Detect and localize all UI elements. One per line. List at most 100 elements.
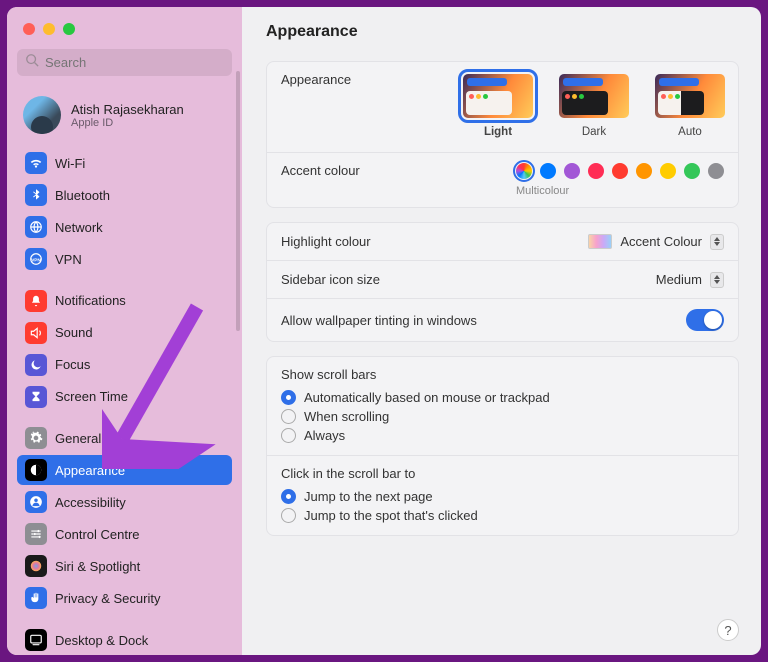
- accent-swatch[interactable]: [612, 163, 628, 179]
- sidebar-item-label: Network: [55, 220, 103, 235]
- fullscreen-button[interactable]: [63, 23, 75, 35]
- search-input[interactable]: [45, 55, 224, 70]
- tinting-label: Allow wallpaper tinting in windows: [281, 313, 477, 328]
- sidebar-item-network[interactable]: Network: [17, 212, 232, 242]
- radio-icon: [281, 489, 296, 504]
- radio-icon: [281, 428, 296, 443]
- sidebar-item-label: Accessibility: [55, 495, 126, 510]
- sidebar-item-appearance[interactable]: Appearance: [17, 455, 232, 485]
- appearance-option-auto[interactable]: Auto: [653, 72, 727, 138]
- sidebar-item-label: Appearance: [55, 463, 125, 478]
- accent-swatch[interactable]: [564, 163, 580, 179]
- sidebar-item-focus[interactable]: Focus: [17, 350, 232, 380]
- accent-sublabel: Multicolour: [516, 185, 569, 197]
- sidebar-item-bluetooth[interactable]: Bluetooth: [17, 180, 232, 210]
- appearance-panel: Appearance Light Dark Auto: [266, 61, 739, 208]
- sidebar-item-label: Control Centre: [55, 527, 140, 542]
- highlight-swatch-icon: [588, 234, 612, 249]
- help-button[interactable]: ?: [717, 619, 739, 641]
- accent-swatch[interactable]: [636, 163, 652, 179]
- appearance-option-light[interactable]: Light: [461, 72, 535, 138]
- radio-option[interactable]: Always: [281, 426, 724, 445]
- search-field[interactable]: [17, 49, 232, 76]
- accent-swatch[interactable]: [660, 163, 676, 179]
- radio-option[interactable]: Automatically based on mouse or trackpad: [281, 388, 724, 407]
- dock-icon: [25, 629, 47, 651]
- radio-label: Jump to the next page: [304, 489, 433, 504]
- icon-size-label: Sidebar icon size: [281, 272, 461, 287]
- sidebar-scrollbar[interactable]: [236, 71, 240, 331]
- sidebar-item-label: Desktop & Dock: [55, 633, 148, 648]
- window-controls: [17, 21, 232, 49]
- scrollbars-label: Show scroll bars: [281, 367, 724, 382]
- sidebar-item-sound[interactable]: Sound: [17, 318, 232, 348]
- hourglass-icon: [25, 386, 47, 408]
- sidebar-item-notifications[interactable]: Notifications: [17, 286, 232, 316]
- display-panel: Highlight colour Accent Colour Sidebar i…: [266, 222, 739, 342]
- sidebar-nav: Wi-Fi Bluetooth Network VPN VPN Notifications…: [17, 148, 232, 655]
- sliders-icon: [25, 523, 47, 545]
- main-pane: Appearance Appearance Light Dark Au: [242, 7, 761, 655]
- radio-label: Jump to the spot that's clicked: [304, 508, 478, 523]
- radio-icon: [281, 409, 296, 424]
- accent-swatch[interactable]: [540, 163, 556, 179]
- accent-label: Accent colour: [281, 163, 461, 178]
- accent-swatch[interactable]: [516, 163, 532, 179]
- contrast-icon: [25, 459, 47, 481]
- appearance-label: Appearance: [281, 72, 461, 87]
- appearance-thumbs: Light Dark Auto: [461, 72, 727, 138]
- siri-icon: [25, 555, 47, 577]
- sidebar-item-label: General: [55, 431, 101, 446]
- minimize-button[interactable]: [43, 23, 55, 35]
- wifi-icon: [25, 152, 47, 174]
- scrollclick-label: Click in the scroll bar to: [281, 466, 724, 481]
- sidebar-item-wi-fi[interactable]: Wi-Fi: [17, 148, 232, 178]
- radio-label: Always: [304, 428, 345, 443]
- sidebar: Atish Rajasekharan Apple ID Wi-Fi Bluetoo…: [7, 7, 242, 655]
- accent-swatches: [516, 163, 724, 179]
- accent-swatch[interactable]: [708, 163, 724, 179]
- sidebar-item-desktop-dock[interactable]: Desktop & Dock: [17, 625, 232, 655]
- moon-icon: [25, 354, 47, 376]
- globe-icon: [25, 216, 47, 238]
- sidebar-item-label: Privacy & Security: [55, 591, 160, 606]
- radio-option[interactable]: Jump to the next page: [281, 487, 724, 506]
- icon-size-select[interactable]: Medium: [652, 271, 724, 288]
- radio-icon: [281, 390, 296, 405]
- apple-id-row[interactable]: Atish Rajasekharan Apple ID: [17, 92, 232, 148]
- hand-icon: [25, 587, 47, 609]
- user-name: Atish Rajasekharan: [71, 102, 184, 117]
- sidebar-item-siri-spotlight[interactable]: Siri & Spotlight: [17, 551, 232, 581]
- sidebar-item-accessibility[interactable]: Accessibility: [17, 487, 232, 517]
- sidebar-item-label: Sound: [55, 325, 93, 340]
- sidebar-item-label: Screen Time: [55, 389, 128, 404]
- accent-swatch[interactable]: [588, 163, 604, 179]
- appearance-option-dark[interactable]: Dark: [557, 72, 631, 138]
- highlight-select[interactable]: Accent Colour: [588, 233, 724, 250]
- bluetooth-icon: [25, 184, 47, 206]
- sidebar-item-label: VPN: [55, 252, 82, 267]
- sidebar-item-control-centre[interactable]: Control Centre: [17, 519, 232, 549]
- chevron-updown-icon: [710, 272, 724, 288]
- page-title: Appearance: [266, 23, 739, 41]
- tinting-toggle[interactable]: [686, 309, 724, 331]
- accent-swatch[interactable]: [684, 163, 700, 179]
- search-icon: [25, 53, 45, 72]
- sidebar-item-vpn[interactable]: VPN VPN: [17, 244, 232, 274]
- close-button[interactable]: [23, 23, 35, 35]
- speaker-icon: [25, 322, 47, 344]
- vpn-icon: VPN: [25, 248, 47, 270]
- radio-option[interactable]: When scrolling: [281, 407, 724, 426]
- svg-text:VPN: VPN: [31, 258, 41, 263]
- sidebar-item-label: Bluetooth: [55, 188, 110, 203]
- sidebar-item-screen-time[interactable]: Screen Time: [17, 382, 232, 412]
- scroll-panel: Show scroll bars Automatically based on …: [266, 356, 739, 536]
- sidebar-item-label: Notifications: [55, 293, 126, 308]
- radio-icon: [281, 508, 296, 523]
- radio-option[interactable]: Jump to the spot that's clicked: [281, 506, 724, 525]
- sidebar-item-privacy-security[interactable]: Privacy & Security: [17, 583, 232, 613]
- sidebar-item-general[interactable]: General: [17, 423, 232, 453]
- sidebar-item-label: Siri & Spotlight: [55, 559, 140, 574]
- chevron-updown-icon: [710, 234, 724, 250]
- user-sub: Apple ID: [71, 117, 184, 129]
